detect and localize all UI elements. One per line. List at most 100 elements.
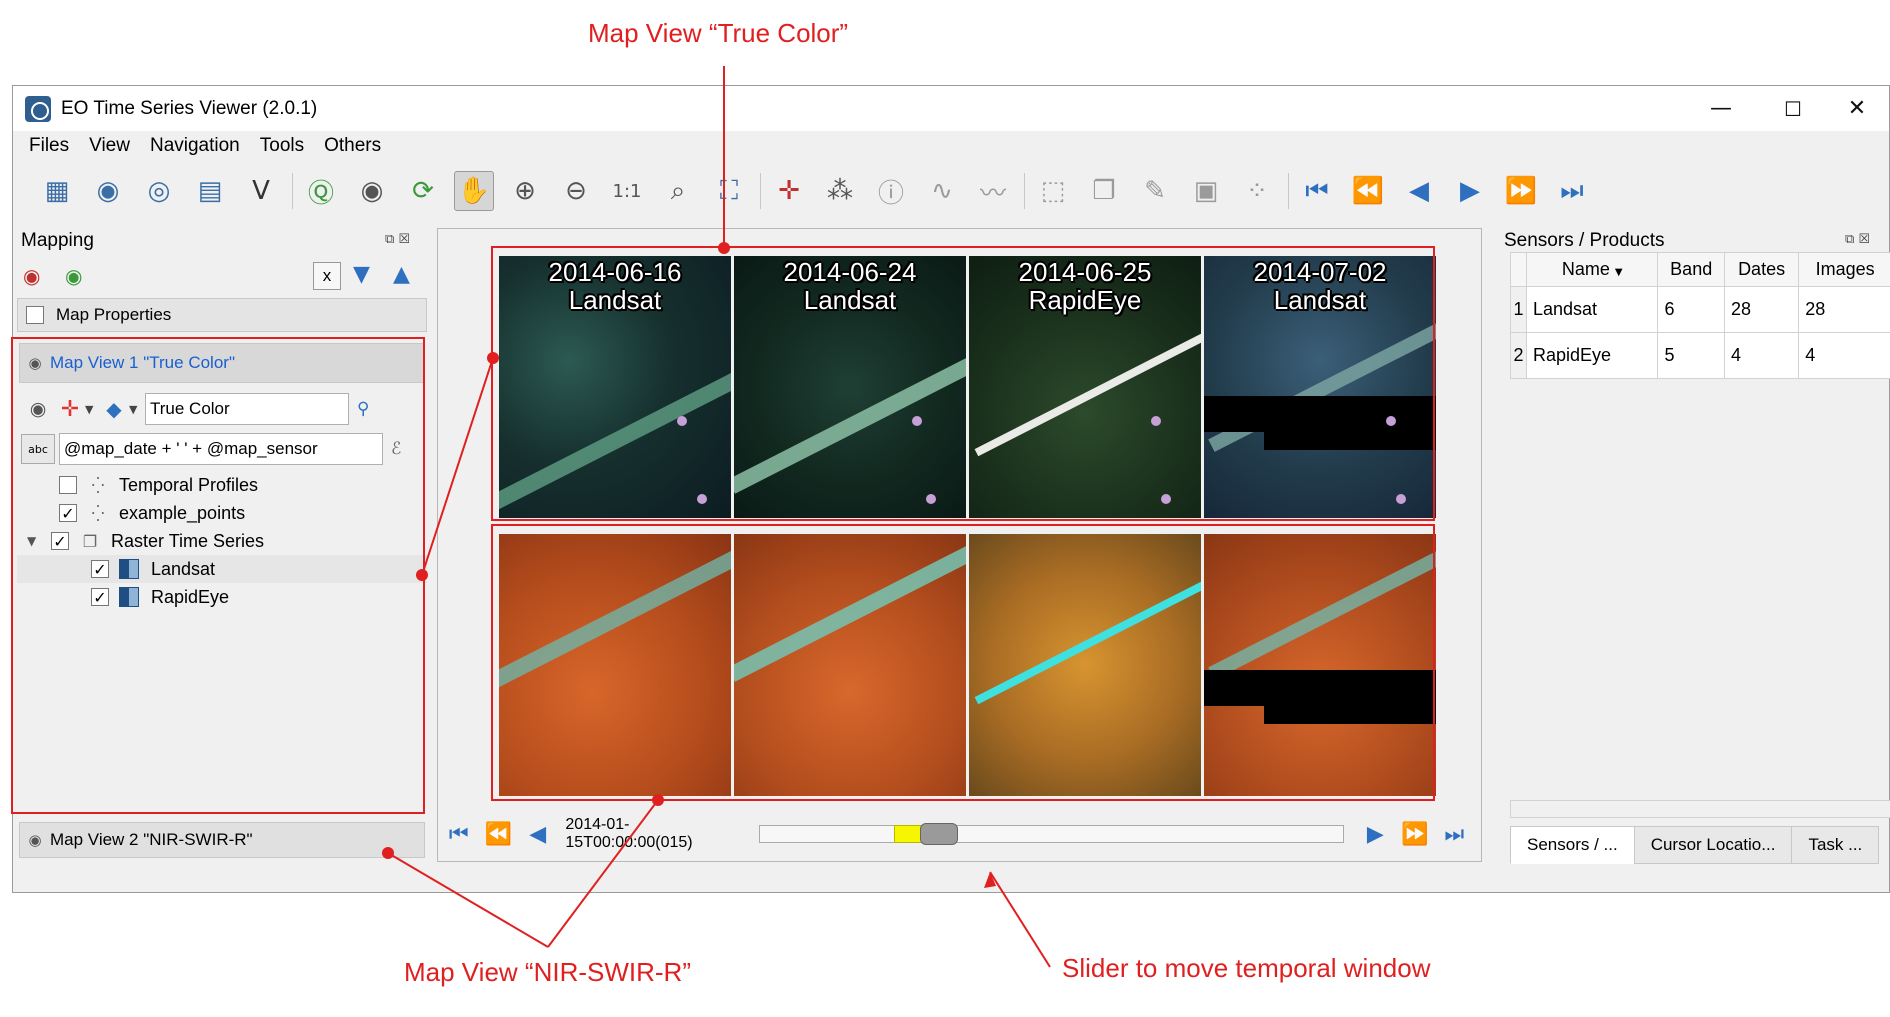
checkbox-rapideye[interactable]: ✓ bbox=[91, 588, 109, 607]
dock-float-close-icons[interactable]: ⧉ ☒ bbox=[1845, 232, 1870, 247]
crosshair-icon[interactable]: ✛ bbox=[55, 397, 85, 422]
nav-prev-icon[interactable]: ◀ bbox=[1399, 171, 1439, 211]
chevron-down-icon[interactable]: ▼ bbox=[85, 403, 99, 416]
map-properties-checkbox[interactable] bbox=[26, 306, 44, 324]
cell-dates[interactable]: 4 bbox=[1723, 332, 1800, 379]
chevron-down-icon[interactable]: ▼ bbox=[27, 534, 51, 548]
tree-item-temporal-profiles[interactable]: ⁛ Temporal Profiles bbox=[59, 471, 258, 499]
time-last-icon[interactable]: ⏭ bbox=[1439, 818, 1470, 850]
tab-cursor-location[interactable]: Cursor Locatio... bbox=[1633, 826, 1793, 864]
nav-next-fast-icon[interactable]: ⏩ bbox=[1501, 171, 1541, 211]
tree-item-rapideye[interactable]: ✓ RapidEye bbox=[91, 583, 229, 611]
column-header-dates[interactable]: Dates bbox=[1723, 252, 1800, 287]
style-icon[interactable]: ◆ bbox=[99, 397, 129, 421]
checkbox-temporal-profiles[interactable] bbox=[59, 476, 77, 494]
map-view-2-header[interactable]: ◉ Map View 2 "NIR-SWIR-R" bbox=[19, 822, 425, 858]
map-properties-bar[interactable]: Map Properties bbox=[17, 298, 427, 332]
zoom-1to1-icon[interactable]: 1:1 bbox=[607, 171, 647, 211]
time-prev-fast-icon[interactable]: ⏪ bbox=[482, 818, 513, 850]
cell-name[interactable]: Landsat bbox=[1525, 286, 1659, 333]
tree-item-landsat[interactable]: ✓ Landsat bbox=[17, 555, 427, 583]
copy-features-icon[interactable]: ❐ bbox=[1084, 171, 1124, 211]
save-icon[interactable]: ▣ bbox=[1186, 171, 1226, 211]
move-down-icon[interactable]: ▼ bbox=[353, 262, 370, 287]
tab-tasks[interactable]: Task ... bbox=[1791, 826, 1880, 864]
profile-line-icon[interactable]: 〰 bbox=[973, 171, 1013, 211]
remove-sensor-icon[interactable]: ◎ bbox=[139, 171, 179, 211]
menu-view[interactable]: View bbox=[79, 135, 140, 157]
add-points-icon[interactable]: ⁘ bbox=[1237, 171, 1277, 211]
column-header-name[interactable]: Name ▼ bbox=[1525, 252, 1659, 287]
nav-next-icon[interactable]: ▶ bbox=[1450, 171, 1490, 211]
hide-views-icon[interactable]: ◉ bbox=[23, 264, 40, 288]
map-tile-nir-2[interactable] bbox=[734, 534, 966, 796]
close-button[interactable]: ✕ bbox=[1821, 86, 1890, 131]
zoom-out-icon[interactable]: ⊖ bbox=[556, 171, 596, 211]
visibility-icon[interactable]: ◉ bbox=[21, 398, 55, 420]
checkbox-example-points[interactable]: ✓ bbox=[59, 504, 77, 523]
qgis-sync-icon[interactable]: Ⓠ bbox=[301, 171, 341, 211]
menu-tools[interactable]: Tools bbox=[250, 135, 314, 157]
temporal-profile-icon[interactable]: ∿ bbox=[922, 171, 962, 211]
map-view-1-header[interactable]: ◉ Map View 1 "True Color" bbox=[19, 343, 425, 383]
clear-button[interactable]: x bbox=[313, 262, 341, 290]
add-view-icon[interactable]: ◉ bbox=[65, 264, 82, 288]
dock-float-close-icons[interactable]: ⧉ ☒ bbox=[385, 232, 410, 247]
zoom-full-icon[interactable]: ⛶ bbox=[709, 171, 749, 211]
label-expression-input[interactable] bbox=[59, 433, 383, 465]
edit-icon[interactable]: ✎ bbox=[1135, 171, 1175, 211]
abc-label-icon[interactable]: abc bbox=[21, 434, 55, 464]
menu-files[interactable]: Files bbox=[13, 135, 79, 157]
column-header-images[interactable]: Images bbox=[1798, 252, 1890, 287]
zoom-in-icon[interactable]: ⊕ bbox=[505, 171, 545, 211]
table-row[interactable]: 1 Landsat 6 28 28 bbox=[1510, 286, 1890, 333]
cell-band[interactable]: 5 bbox=[1657, 332, 1725, 379]
time-next-fast-icon[interactable]: ⏩ bbox=[1399, 818, 1430, 850]
map-tile-truecolor-3[interactable]: 2014-06-25 RapidEye bbox=[969, 256, 1201, 518]
nav-prev-fast-icon[interactable]: ⏪ bbox=[1348, 171, 1388, 211]
map-tile-nir-3[interactable] bbox=[969, 534, 1201, 796]
tree-item-example-points[interactable]: ✓ ⁛ example_points bbox=[59, 499, 245, 527]
add-raster-icon[interactable]: ▦ bbox=[37, 171, 77, 211]
eye-icon[interactable]: ◉ bbox=[20, 831, 50, 849]
checkbox-raster-time-series[interactable]: ✓ bbox=[51, 532, 69, 551]
expression-builder-icon[interactable]: ℰ bbox=[391, 439, 401, 459]
refresh-icon[interactable]: ⟳ bbox=[403, 171, 443, 211]
cell-images[interactable]: 28 bbox=[1798, 286, 1890, 333]
apply-style-icon[interactable]: ⚲ bbox=[357, 399, 369, 419]
chevron-down-icon[interactable]: ▼ bbox=[129, 403, 145, 416]
horizontal-scrollbar[interactable] bbox=[1510, 800, 1890, 818]
map-tile-truecolor-2[interactable]: 2014-06-24 Landsat bbox=[734, 256, 966, 518]
maximize-button[interactable]: ☐ bbox=[1757, 86, 1829, 131]
nav-first-icon[interactable]: ⏮ bbox=[1297, 171, 1337, 211]
select-location-icon[interactable]: ✛ bbox=[769, 171, 809, 211]
cell-band[interactable]: 6 bbox=[1657, 286, 1725, 333]
move-up-icon[interactable]: ▲ bbox=[393, 262, 410, 287]
add-vector-icon[interactable]: V bbox=[241, 171, 281, 211]
tree-item-raster-time-series[interactable]: ▼ ✓ ❐ Raster Time Series bbox=[27, 527, 264, 555]
time-next-icon[interactable]: ▶ bbox=[1360, 818, 1391, 850]
zoom-pixel-icon[interactable]: ⌕ bbox=[658, 171, 698, 211]
load-series-icon[interactable]: ▤ bbox=[190, 171, 230, 211]
time-prev-icon[interactable]: ◀ bbox=[522, 818, 553, 850]
pan-icon[interactable]: ✋ bbox=[454, 171, 494, 211]
map-tile-truecolor-1[interactable]: 2014-06-16 Landsat bbox=[499, 256, 731, 518]
identify-icon[interactable]: ⓘ bbox=[871, 171, 911, 211]
renderer-input[interactable] bbox=[145, 393, 349, 425]
cell-images[interactable]: 4 bbox=[1798, 332, 1890, 379]
map-tile-nir-1[interactable] bbox=[499, 534, 731, 796]
time-first-icon[interactable]: ⏮ bbox=[443, 818, 474, 850]
cell-name[interactable]: RapidEye bbox=[1525, 332, 1659, 379]
menu-others[interactable]: Others bbox=[314, 135, 391, 157]
minimize-button[interactable]: — bbox=[1685, 86, 1757, 131]
nav-last-icon[interactable]: ⏭ bbox=[1552, 171, 1592, 211]
map-tile-truecolor-4[interactable]: 2014-07-02 Landsat bbox=[1204, 256, 1436, 518]
map-tile-nir-4[interactable] bbox=[1204, 534, 1436, 796]
temporal-window-slider[interactable] bbox=[759, 823, 1344, 845]
tab-sensors[interactable]: Sensors / ... bbox=[1510, 826, 1635, 864]
table-row[interactable]: 2 RapidEye 5 4 4 bbox=[1510, 332, 1890, 379]
column-header-band[interactable]: Band bbox=[1657, 252, 1725, 287]
add-sensor-icon[interactable]: ◉ bbox=[88, 171, 128, 211]
slider-handle[interactable] bbox=[920, 823, 959, 845]
checkbox-landsat[interactable]: ✓ bbox=[91, 560, 109, 579]
